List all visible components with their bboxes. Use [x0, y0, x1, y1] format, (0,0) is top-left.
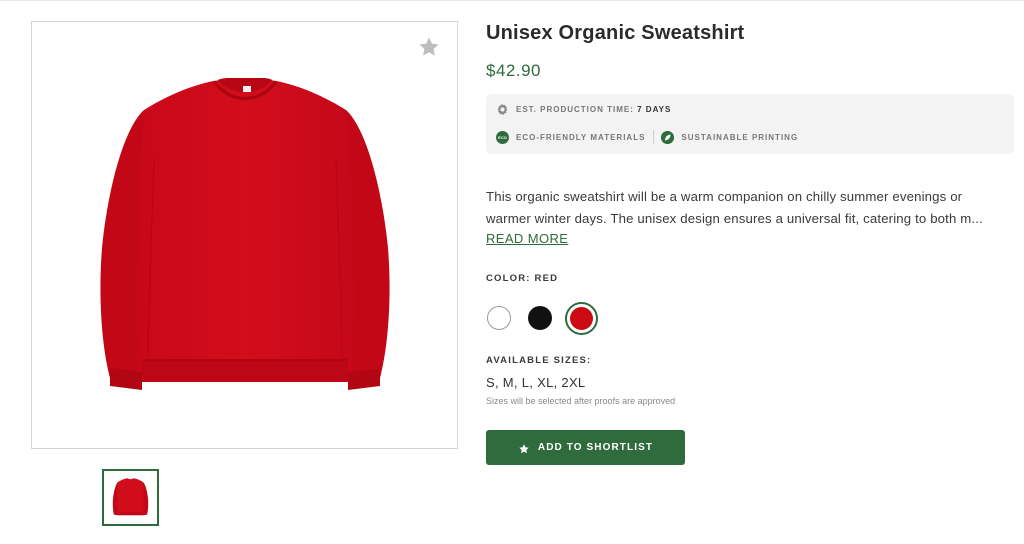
sizes-label: AVAILABLE SIZES:: [486, 355, 592, 366]
add-to-shortlist-button[interactable]: ADD TO SHORTLIST: [486, 430, 685, 465]
product-title: Unisex Organic Sweatshirt: [486, 22, 745, 44]
production-time-row: EST. PRODUCTION TIME: 7 DAYS: [496, 103, 671, 116]
production-label: EST. PRODUCTION TIME: 7 DAYS: [516, 105, 672, 114]
gear-icon: [497, 103, 508, 116]
star-icon: [519, 443, 529, 453]
badge-eco-label: ECO-FRIENDLY MATERIALS: [516, 132, 646, 142]
product-image: [100, 78, 390, 390]
description-line-2: warmer winter days. The unisex design en…: [486, 211, 983, 226]
badge-divider: [653, 130, 655, 144]
sizes-note: Sizes will be selected after proofs are …: [486, 396, 676, 406]
star-icon[interactable]: [417, 35, 441, 59]
color-swatch-white[interactable]: [487, 306, 511, 330]
sizes-value: S, M, L, XL, 2XL: [486, 375, 586, 390]
product-thumbnail[interactable]: [102, 469, 159, 526]
color-swatch-red[interactable]: [565, 302, 598, 335]
product-price: $42.90: [486, 61, 541, 80]
production-info-box: EST. PRODUCTION TIME: 7 DAYS ECO ECO-FRI…: [486, 94, 1014, 154]
top-divider: [0, 0, 1024, 1]
read-more-link[interactable]: READ MORE: [486, 231, 568, 246]
add-to-shortlist-label: ADD TO SHORTLIST: [537, 442, 654, 453]
badge-printing-label: SUSTAINABLE PRINTING: [681, 132, 799, 142]
description-line-1: This organic sweatshirt will be a warm c…: [486, 189, 963, 204]
leaf-icon: [661, 130, 675, 144]
thumbnail-image: [112, 478, 149, 516]
color-label: COLOR: RED: [486, 273, 559, 284]
product-description: This organic sweatshirt will be a warm c…: [486, 186, 1014, 230]
color-swatch-red-fill: [570, 307, 593, 330]
badges-row: ECO ECO-FRIENDLY MATERIALS SUSTAINABLE P…: [496, 130, 798, 144]
color-swatch-black[interactable]: [528, 306, 552, 330]
production-value: 7 DAYS: [637, 105, 672, 114]
eco-icon: ECO: [496, 130, 509, 144]
